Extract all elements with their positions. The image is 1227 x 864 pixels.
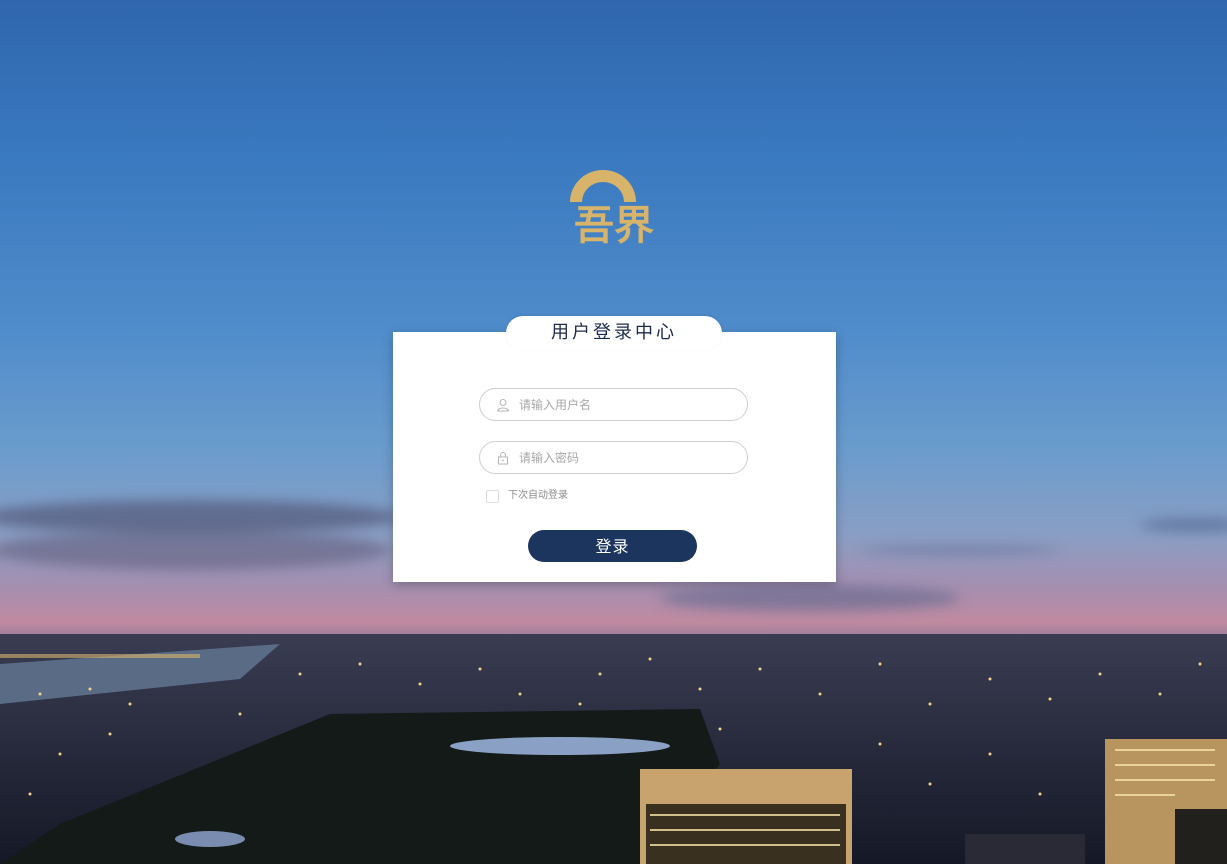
background-cloud [660, 585, 960, 611]
user-icon [496, 399, 510, 412]
login-page: 吾界 用户登录中心 下次自动登录 登录 [0, 0, 1227, 864]
city-skyline-image [0, 634, 1227, 864]
login-card: 用户登录中心 下次自动登录 登录 [393, 316, 836, 582]
username-input[interactable] [519, 389, 739, 420]
background-cloud [0, 500, 400, 534]
remember-me-label: 下次自动登录 [508, 490, 568, 501]
username-field[interactable] [479, 388, 748, 421]
background-cloud [860, 545, 1060, 555]
password-input[interactable] [519, 442, 739, 473]
password-field[interactable] [479, 441, 748, 474]
logo-text: 吾界 [574, 203, 654, 249]
lock-icon [498, 452, 508, 465]
brand-logo: 吾界 [566, 168, 662, 254]
background-cloud [0, 530, 390, 570]
remember-me-checkbox[interactable] [486, 490, 499, 503]
login-card-title: 用户登录中心 [506, 316, 722, 350]
background-cloud [1140, 518, 1227, 532]
login-button[interactable]: 登录 [528, 530, 697, 562]
